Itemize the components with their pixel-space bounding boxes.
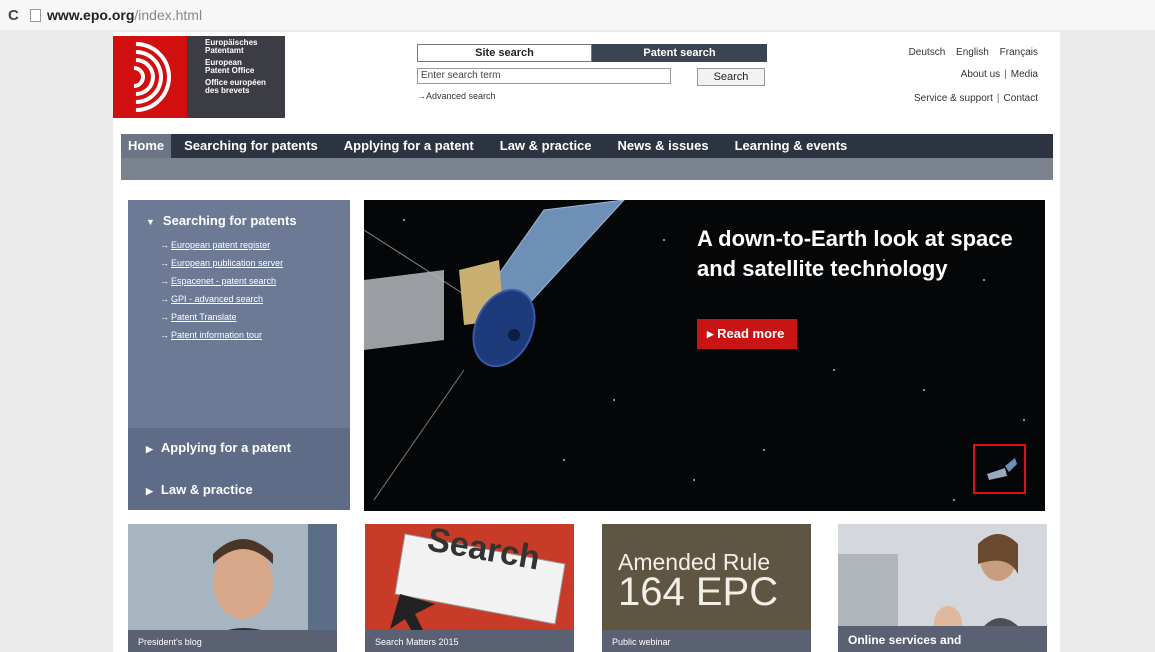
sidebar-link-patent-register[interactable]: → European patent register [160,240,283,250]
sidebar-link-label: European publication server [171,258,284,268]
teaser-caption: Search Matters 2015 [365,630,574,652]
sidebar-section-searching[interactable]: ▼ Searching for patents [146,213,297,228]
sidebar-section-label: Law & practice [160,482,253,497]
support-links: Service & support | Contact [914,93,1038,104]
sub-navigation-bar [121,158,1053,180]
sidebar-link-label: Patent Translate [171,312,237,322]
tab-site-search[interactable]: Site search [417,44,592,62]
about-us-link[interactable]: About us [961,69,1000,80]
contact-link[interactable]: Contact [1004,93,1038,104]
advanced-search-link[interactable]: →Advanced search [417,91,496,101]
triangle-right-icon: ▶ [146,486,153,496]
sidebar-link-espacenet[interactable]: → Espacenet - patent search [160,276,283,286]
search-button[interactable]: Search [697,68,765,86]
tab-patent-search[interactable]: Patent search [592,44,767,62]
teaser-presidents-blog[interactable]: President's blog [128,524,337,652]
arrow-right-icon: → [160,276,169,286]
sidebar-links: → European patent register → European publ… [160,240,283,348]
nav-law-practice[interactable]: Law & practice [487,134,605,158]
language-links: Deutsch English Français [901,47,1038,58]
triangle-right-icon: ▶ [146,444,153,454]
logo-line: des brevets [205,86,250,95]
service-support-link[interactable]: Service & support [914,93,993,104]
sidebar-section-law[interactable]: ▶ Law & practice [146,482,253,497]
page-icon [30,8,41,22]
nav-learning-events[interactable]: Learning & events [722,134,861,158]
sidebar-link-label: Espacenet - patent search [171,276,277,286]
epo-logo-names: Europäisches Patentamt European Patent O… [187,36,266,118]
read-more-button[interactable]: ▸ Read more [697,319,797,349]
sidebar-link-label: Patent information tour [171,330,263,340]
sidebar-link-patent-translate[interactable]: → Patent Translate [160,312,283,322]
epo-logo-mark [113,36,187,118]
sidebar-link-info-tour[interactable]: → Patent information tour [160,330,283,340]
main-navigation: Home Searching for patents Applying for … [121,134,1053,158]
lang-deutsch[interactable]: Deutsch [909,47,946,58]
triangle-right-icon: ▸ [707,326,718,341]
search-input[interactable]: Enter search term [417,68,671,84]
sidebar-link-label: GPI - advanced search [171,294,264,304]
arrow-right-icon: → [160,240,169,250]
nav-news-issues[interactable]: News & issues [605,134,722,158]
arrow-right-icon: → [160,330,169,340]
teaser-image-text: 164 EPC [618,570,779,614]
sidebar-link-label: European patent register [171,240,271,250]
teaser-search-matters[interactable]: Search Search Matters 2015 [365,524,574,652]
nav-home[interactable]: Home [121,134,172,158]
logo-line: Patentamt [205,46,244,55]
teaser-caption: Online services and [838,626,1047,652]
teaser-caption: Public webinar [602,630,811,652]
nav-searching-for-patents[interactable]: Searching for patents [171,134,331,158]
logo-line: Patent Office [205,66,255,75]
url-host: www.epo.org [47,7,135,23]
hero-banner[interactable]: A down-to-Earth look at space and satell… [364,200,1045,511]
browser-address-bar[interactable]: C www.epo.org/index.html [0,0,1155,30]
arrow-right-icon: → [417,91,426,101]
epo-page: Europäisches Patentamt European Patent O… [113,32,1060,652]
lang-english[interactable]: English [956,47,989,58]
hero-thumbnail[interactable] [973,444,1026,494]
sidebar-link-gpi[interactable]: → GPI - advanced search [160,294,283,304]
sidebar-section-label: Applying for a patent [160,440,291,455]
separator: | [996,93,1000,104]
arrow-right-icon: → [160,312,169,322]
epo-logo[interactable]: Europäisches Patentamt European Patent O… [113,36,285,118]
lang-francais[interactable]: Français [1000,47,1038,58]
teaser-caption: President's blog [128,630,337,652]
arrow-right-icon: → [160,294,169,304]
about-links: About us | Media [961,69,1038,80]
reload-icon[interactable]: C [8,7,26,24]
advanced-search-label: Advanced search [426,91,496,101]
sidebar: ▼ Searching for patents → European patent … [128,200,350,510]
arrow-right-icon: → [160,258,169,268]
sidebar-section-label: Searching for patents [162,213,297,228]
media-link[interactable]: Media [1011,69,1038,80]
sidebar-section-applying[interactable]: ▶ Applying for a patent [146,440,291,455]
triangle-down-icon: ▼ [146,217,155,227]
url-path: /index.html [134,7,203,23]
address-url[interactable]: www.epo.org/index.html [47,7,202,23]
nav-applying-for-a-patent[interactable]: Applying for a patent [331,134,487,158]
sidebar-collapsed-sections: ▶ Applying for a patent ▶ Law & practice [128,428,350,510]
satellite-thumb-icon [987,458,1017,480]
teaser-online-services[interactable]: Online services and [838,524,1047,652]
sidebar-link-publication-server[interactable]: → European publication server [160,258,283,268]
search-tabs: Site search Patent search [417,44,767,62]
read-more-label: Read more [717,326,785,341]
teaser-public-webinar[interactable]: Amended Rule 164 EPC Public webinar [602,524,811,652]
separator: | [1004,69,1007,80]
hero-headline: A down-to-Earth look at space and satell… [697,226,1013,281]
